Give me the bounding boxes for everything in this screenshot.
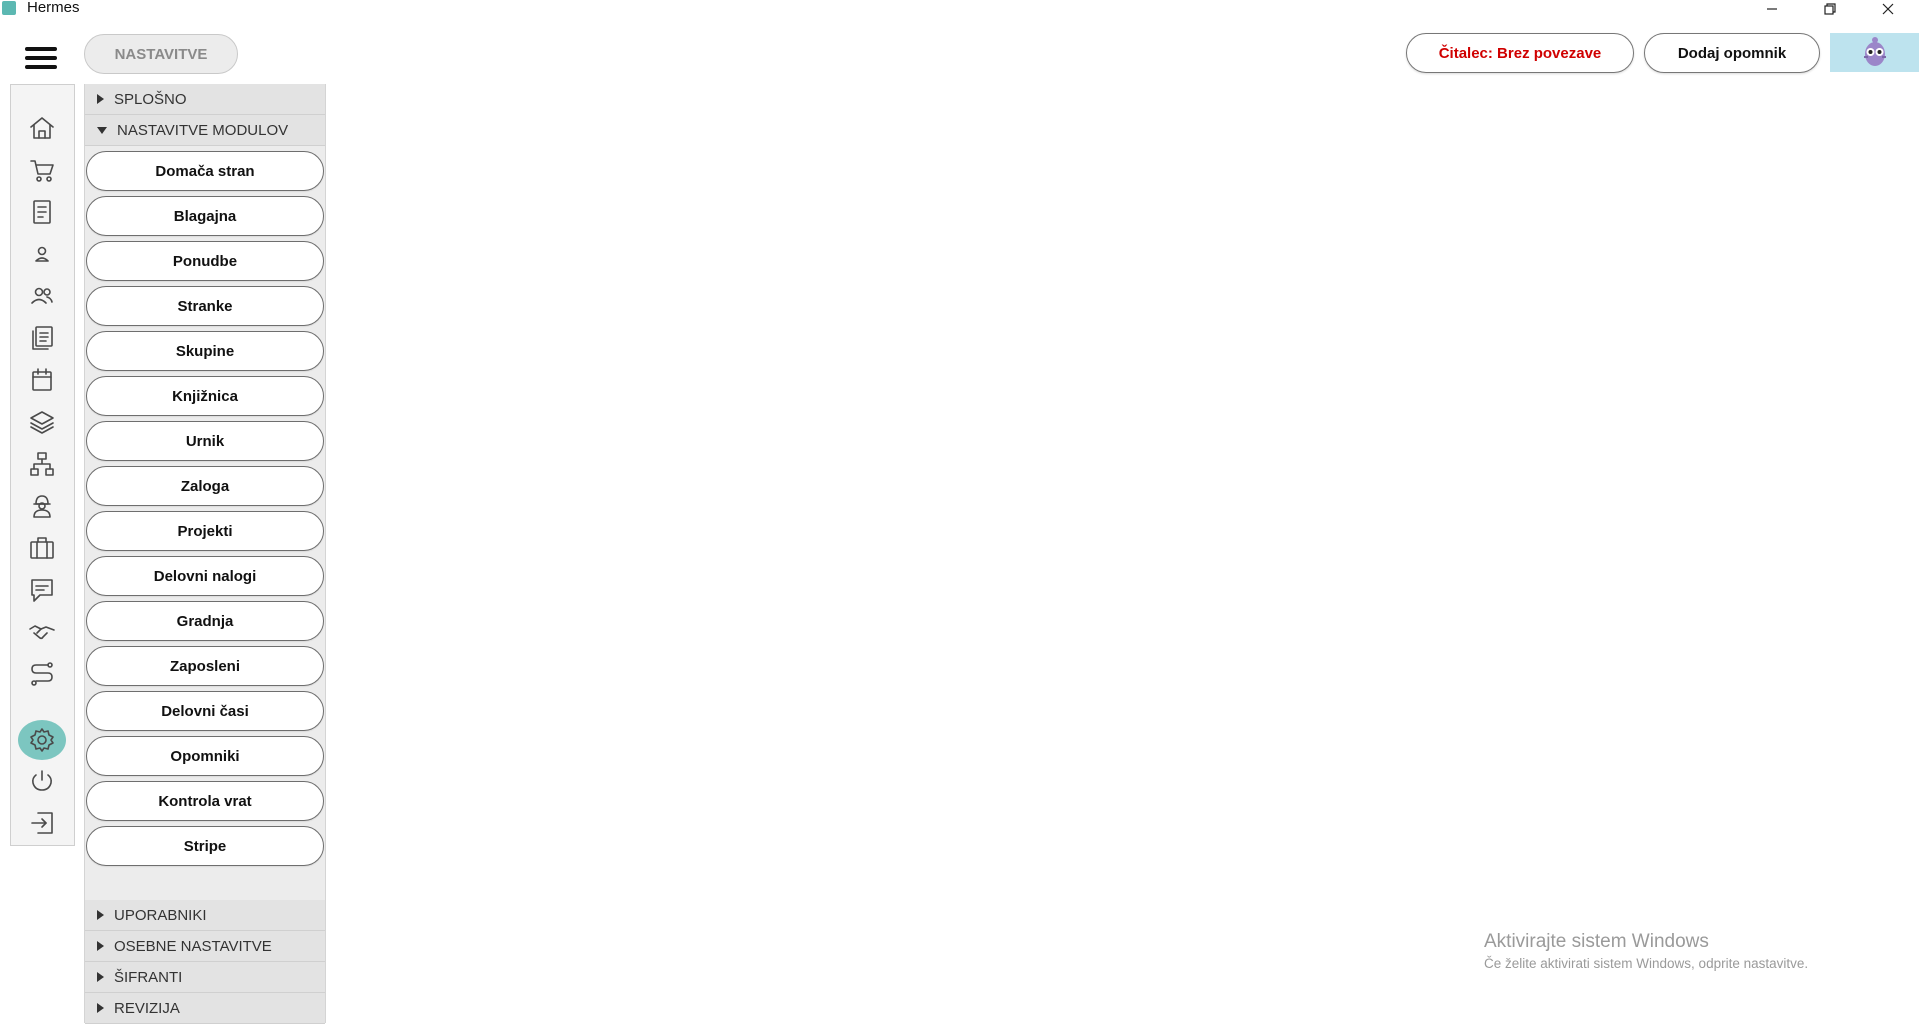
logout-icon[interactable] xyxy=(27,808,57,838)
close-button[interactable] xyxy=(1868,0,1908,18)
module-button[interactable]: Projekti xyxy=(86,511,324,551)
chevron-right-icon xyxy=(97,941,104,951)
page-title: NASTAVITVE xyxy=(84,34,238,74)
module-button[interactable]: Zaloga xyxy=(86,466,324,506)
module-button[interactable]: Skupine xyxy=(86,331,324,371)
minimize-button[interactable] xyxy=(1752,0,1792,18)
section-module-settings[interactable]: NASTAVITVE MODULOV xyxy=(85,115,325,146)
mascot-icon xyxy=(1863,36,1886,66)
route-icon[interactable] xyxy=(27,659,57,689)
module-button[interactable]: Urnik xyxy=(86,421,324,461)
document-icon[interactable] xyxy=(27,197,57,227)
cart-icon[interactable] xyxy=(27,155,57,185)
restore-button[interactable] xyxy=(1810,0,1850,18)
module-button[interactable]: Knjižnica xyxy=(86,376,324,416)
module-button[interactable]: Ponudbe xyxy=(86,241,324,281)
module-button[interactable]: Zaposleni xyxy=(86,646,324,686)
module-button[interactable]: Stranke xyxy=(86,286,324,326)
title-bar: Hermes xyxy=(0,0,1919,18)
module-button[interactable]: Blagajna xyxy=(86,196,324,236)
section-codebooks[interactable]: ŠIFRANTI xyxy=(85,962,325,993)
add-reminder-button[interactable]: Dodaj opomnik xyxy=(1644,33,1820,73)
chevron-down-icon xyxy=(97,126,107,134)
section-revision[interactable]: REVIZIJA xyxy=(85,993,325,1024)
chevron-right-icon xyxy=(97,94,104,104)
network-icon[interactable] xyxy=(27,449,57,479)
section-general[interactable]: SPLOŠNO xyxy=(85,84,325,115)
home-icon[interactable] xyxy=(27,113,57,143)
module-button[interactable]: Delovni nalogi xyxy=(86,556,324,596)
chevron-right-icon xyxy=(97,910,104,920)
module-button[interactable]: Kontrola vrat xyxy=(86,781,324,821)
worker-icon[interactable] xyxy=(27,491,57,521)
user-icon[interactable] xyxy=(27,239,57,269)
avatar[interactable] xyxy=(1830,33,1919,72)
gear-icon[interactable] xyxy=(18,720,66,760)
windows-activation-watermark: Aktivirajte sistem Windows Če želite akt… xyxy=(1484,931,1808,971)
module-button[interactable]: Stripe xyxy=(86,826,324,866)
menu-toggle-icon[interactable] xyxy=(25,47,57,69)
power-icon[interactable] xyxy=(27,766,57,796)
chat-icon[interactable] xyxy=(27,575,57,605)
users-icon[interactable] xyxy=(27,281,57,311)
app-logo-icon xyxy=(2,1,16,15)
watermark-title: Aktivirajte sistem Windows xyxy=(1484,931,1709,952)
reader-status-button[interactable]: Čitalec: Brez povezave xyxy=(1406,33,1634,73)
chevron-right-icon xyxy=(97,1003,104,1013)
module-button[interactable]: Opomniki xyxy=(86,736,324,776)
briefcase-icon[interactable] xyxy=(27,533,57,563)
app-title: Hermes xyxy=(27,0,80,16)
settings-panel: SPLOŠNO NASTAVITVE MODULOV Domača stran … xyxy=(84,84,326,1024)
watermark-subtitle: Če želite aktivirati sistem Windows, odp… xyxy=(1484,956,1809,971)
icon-sidebar xyxy=(10,84,75,846)
handshake-icon[interactable] xyxy=(27,617,57,647)
chevron-right-icon xyxy=(97,972,104,982)
module-button[interactable]: Domača stran xyxy=(86,151,324,191)
section-personal-settings[interactable]: OSEBNE NASTAVITVE xyxy=(85,931,325,962)
module-button[interactable]: Gradnja xyxy=(86,601,324,641)
layers-icon[interactable] xyxy=(27,407,57,437)
list-icon[interactable] xyxy=(27,323,57,353)
module-button[interactable]: Delovni časi xyxy=(86,691,324,731)
section-users[interactable]: UPORABNIKI xyxy=(85,900,325,931)
calendar-icon[interactable] xyxy=(27,365,57,395)
